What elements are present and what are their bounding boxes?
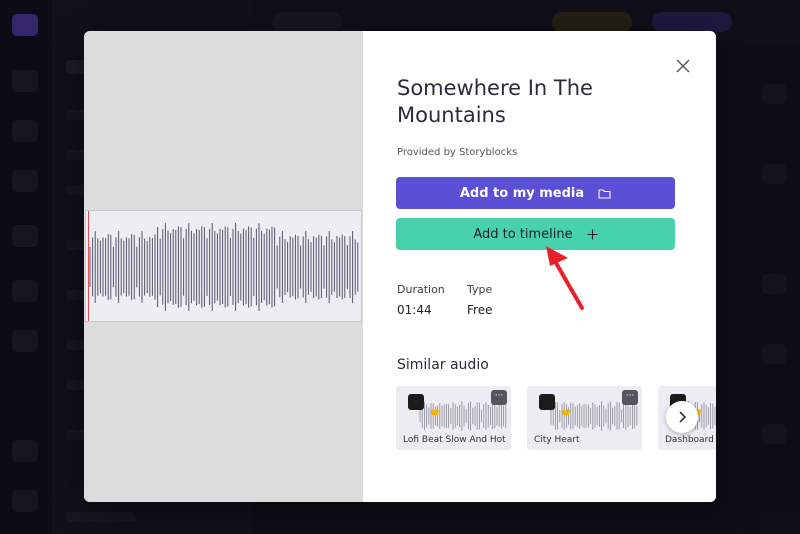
duration-meta: Duration 01:44	[397, 283, 445, 317]
plus-icon	[587, 229, 598, 239]
premium-badge-icon	[408, 394, 439, 415]
type-value: Free	[467, 303, 493, 317]
type-label: Type	[467, 283, 493, 296]
provider-credit: Provided by Storyblocks	[397, 147, 518, 158]
playhead[interactable]	[88, 211, 89, 321]
annotation-arrow-icon	[546, 246, 584, 310]
similar-audio-name: Lofi Beat Slow And Hot	[403, 435, 506, 445]
type-meta: Type Free	[467, 283, 492, 317]
premium-badge-icon	[539, 394, 570, 415]
add-to-media-label: Add to my media	[459, 185, 585, 201]
more-options-button[interactable]: ···	[491, 390, 507, 405]
audio-preview-pane	[84, 31, 363, 502]
similar-next-button[interactable]	[666, 401, 698, 433]
audio-detail-dialog: Somewhere In The Mountains Provided by S…	[84, 31, 716, 502]
similar-audio-heading: Similar audio	[397, 357, 489, 373]
folder-icon	[598, 188, 611, 199]
more-options-button[interactable]: ···	[622, 390, 638, 405]
close-icon	[676, 59, 690, 73]
similar-audio-card[interactable]: ··· Lofi Beat Slow And Hot	[396, 386, 511, 450]
add-to-timeline-button[interactable]: Add to timeline	[396, 218, 675, 250]
waveform	[89, 223, 359, 311]
waveform-player[interactable]	[85, 210, 362, 322]
similar-audio-card[interactable]: ··· City Heart	[527, 386, 642, 450]
add-to-media-button[interactable]: Add to my media	[396, 177, 675, 209]
audio-title: Somewhere In The Mountains	[397, 76, 593, 127]
chevron-right-icon	[679, 411, 687, 423]
similar-audio-name: Dashboard	[665, 435, 714, 445]
duration-value: 01:44	[397, 303, 432, 317]
duration-label: Duration	[397, 283, 445, 296]
similar-audio-name: City Heart	[534, 435, 580, 445]
